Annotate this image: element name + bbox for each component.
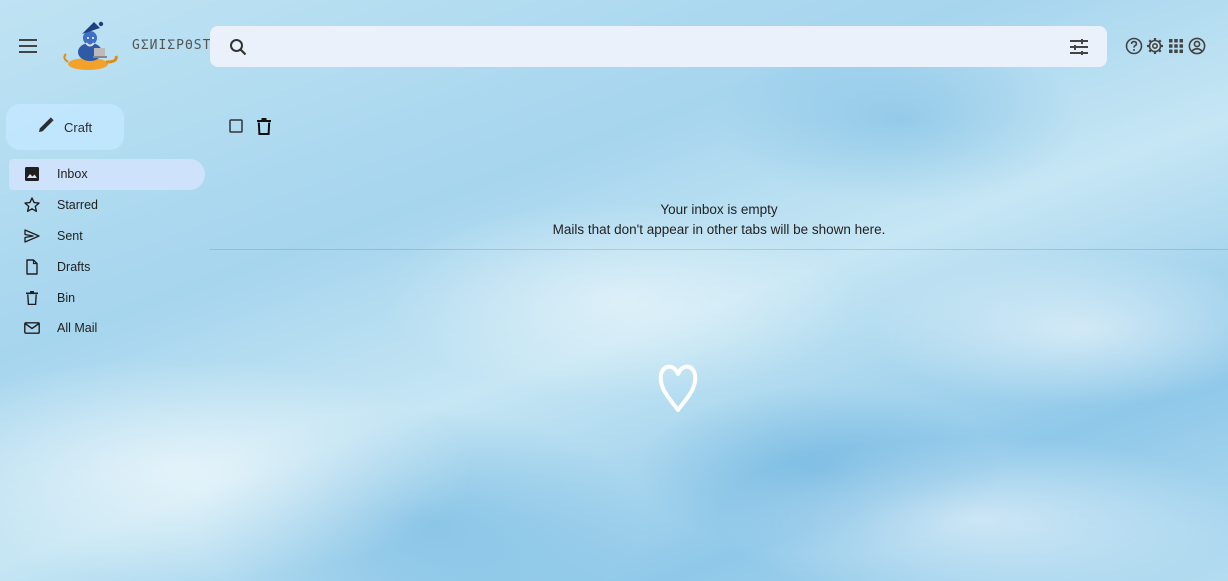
select-all-checkbox[interactable] bbox=[226, 116, 246, 136]
mail-toolbar bbox=[226, 116, 274, 136]
star-icon bbox=[23, 196, 41, 214]
sidebar-item-all-mail[interactable]: All Mail bbox=[9, 313, 205, 344]
account-icon[interactable] bbox=[1187, 36, 1207, 56]
empty-state: Your inbox is empty Mails that don't app… bbox=[210, 200, 1228, 240]
draft-icon bbox=[23, 258, 41, 276]
top-header: GΣИIΣPΘST bbox=[0, 0, 1228, 92]
trash-icon bbox=[257, 117, 271, 135]
sidebar-item-bin[interactable]: Bin bbox=[9, 282, 205, 313]
sidebar-item-inbox[interactable]: Inbox bbox=[9, 159, 205, 190]
header-actions bbox=[1124, 36, 1207, 56]
main-menu-icon[interactable] bbox=[16, 34, 40, 58]
sidebar-item-starred[interactable]: Starred bbox=[9, 190, 205, 221]
apps-grid-icon[interactable] bbox=[1166, 36, 1186, 56]
sidebar-item-label: All Mail bbox=[57, 321, 98, 336]
sidebar-item-label: Bin bbox=[57, 290, 76, 305]
gear-icon[interactable] bbox=[1145, 36, 1165, 56]
heart-icon bbox=[655, 360, 701, 414]
compose-button[interactable]: Craft bbox=[6, 104, 124, 150]
delete-button[interactable] bbox=[254, 116, 274, 136]
trash-icon bbox=[23, 289, 41, 307]
sidebar-item-drafts[interactable]: Drafts bbox=[9, 251, 205, 282]
compose-label: Craft bbox=[64, 119, 93, 135]
search-bar[interactable] bbox=[210, 25, 1107, 68]
genie-logo[interactable] bbox=[60, 18, 120, 74]
brand-name: GΣИIΣPΘST bbox=[132, 38, 212, 53]
sidebar-item-label: Drafts bbox=[57, 259, 91, 274]
empty-state-subtitle: Mails that don't appear in other tabs wi… bbox=[552, 222, 886, 237]
pencil-icon bbox=[37, 116, 55, 139]
mail-icon bbox=[23, 319, 41, 337]
sidebar-item-label: Sent bbox=[57, 228, 83, 243]
sidebar-item-label: Starred bbox=[57, 198, 98, 213]
help-icon[interactable] bbox=[1124, 36, 1144, 56]
empty-state-title: Your inbox is empty bbox=[660, 202, 778, 217]
divider bbox=[210, 249, 1228, 250]
sidebar-nav: Inbox Starred Sent Drafts Bin All Mail bbox=[9, 159, 205, 344]
sidebar-item-sent[interactable]: Sent bbox=[9, 221, 205, 252]
search-input[interactable] bbox=[260, 25, 1067, 68]
search-options-icon[interactable] bbox=[1067, 35, 1091, 59]
sidebar-item-label: Inbox bbox=[57, 167, 88, 182]
search-icon[interactable] bbox=[226, 35, 250, 59]
send-icon bbox=[23, 227, 41, 245]
inbox-icon bbox=[23, 165, 41, 183]
